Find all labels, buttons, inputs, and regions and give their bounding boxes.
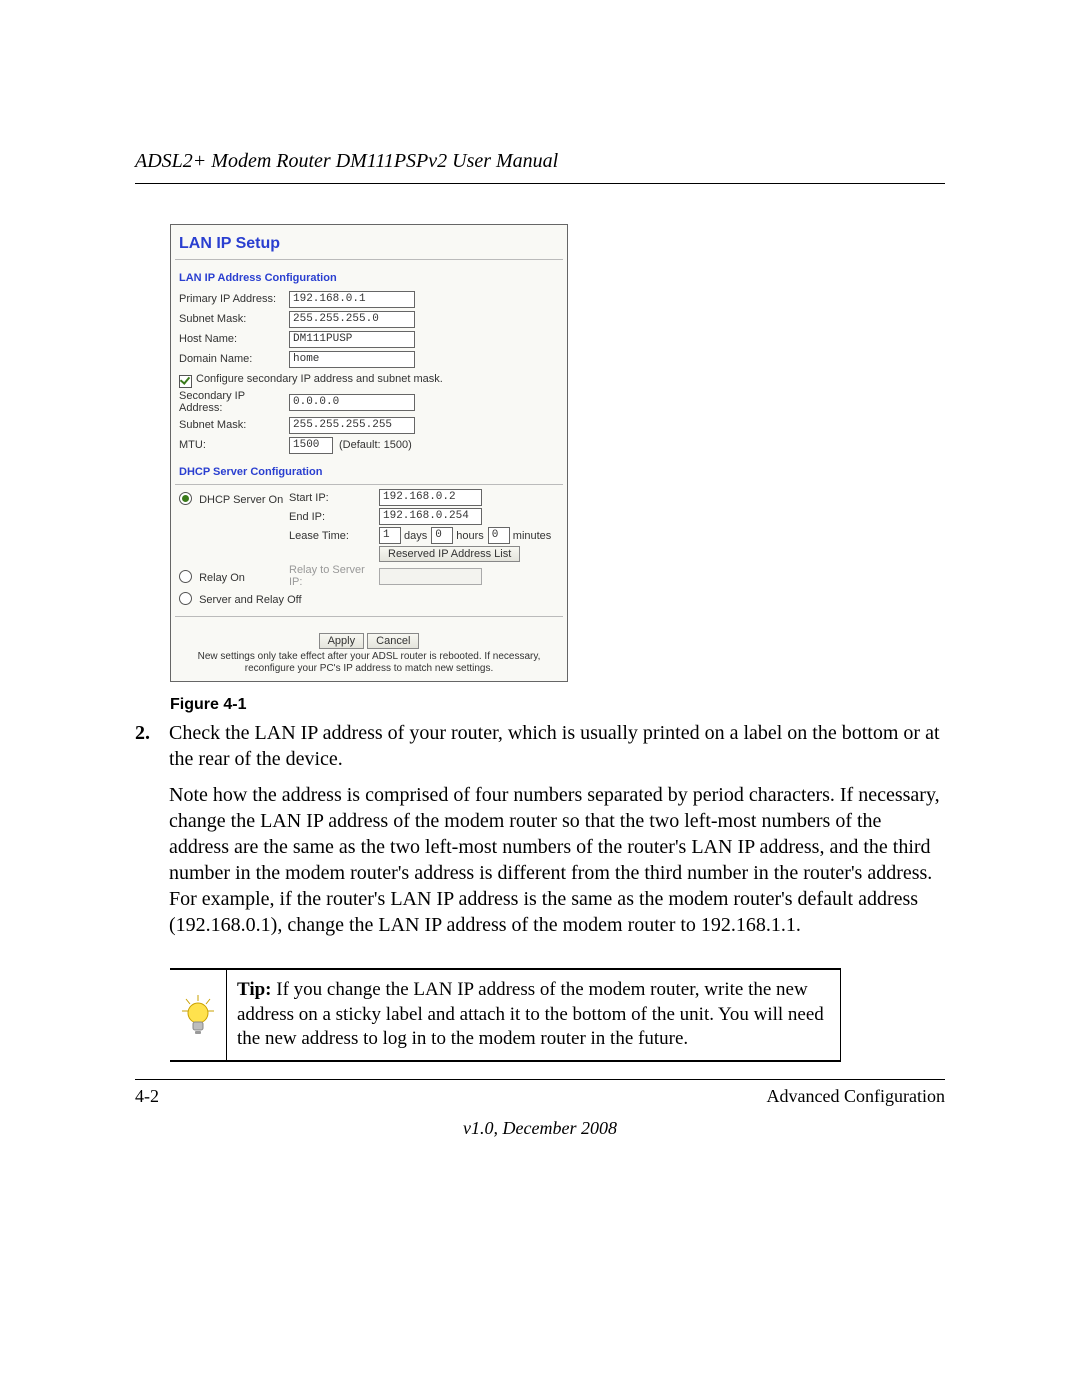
secondary-ip-label: Secondary IP Address:: [179, 390, 289, 414]
relay-server-ip-input: [379, 568, 482, 585]
tip-text: If you change the LAN IP address of the …: [237, 979, 824, 1049]
subnet-mask2-input[interactable]: 255.255.255.255: [289, 417, 415, 434]
router-screenshot: LAN IP Setup LAN IP Address Configuratio…: [170, 224, 568, 682]
lease-hours-input[interactable]: 0: [431, 527, 453, 544]
cancel-button[interactable]: Cancel: [367, 633, 419, 649]
version-footer: v1.0, December 2008: [0, 1118, 1080, 1139]
tip-box: Tip: If you change the LAN IP address of…: [170, 968, 841, 1062]
settings-footnote: New settings only take effect after your…: [181, 651, 557, 675]
list-paragraph-2: Note how the address is comprised of fou…: [169, 782, 945, 938]
mtu-default-hint: (Default: 1500): [339, 439, 412, 451]
mtu-input[interactable]: 1500: [289, 437, 333, 454]
lease-minutes-input[interactable]: 0: [488, 527, 510, 544]
end-ip-input[interactable]: 192.168.0.254: [379, 508, 482, 525]
running-head: ADSL2+ Modem Router DM111PSPv2 User Manu…: [135, 150, 945, 184]
subnet-mask2-label: Subnet Mask:: [179, 419, 289, 431]
lan-ip-section-heading: LAN IP Address Configuration: [179, 272, 559, 284]
lease-hours-unit: hours: [456, 530, 484, 542]
primary-ip-input[interactable]: 192.168.0.1: [289, 291, 415, 308]
reserved-ip-list-button[interactable]: Reserved IP Address List: [379, 546, 520, 562]
server-relay-off-radio[interactable]: [179, 592, 192, 605]
tip-label: Tip:: [237, 979, 272, 1000]
apply-button[interactable]: Apply: [319, 633, 365, 649]
lease-days-unit: days: [404, 530, 427, 542]
domain-name-input[interactable]: home: [289, 351, 415, 368]
hostname-input[interactable]: DM111PUSP: [289, 331, 415, 348]
divider: [175, 484, 563, 485]
dhcp-section-heading: DHCP Server Configuration: [179, 466, 559, 478]
list-number: 2.: [135, 720, 169, 948]
lightbulb-icon: [178, 993, 218, 1037]
server-relay-off-label: Server and Relay Off: [199, 594, 302, 606]
relay-on-radio[interactable]: [179, 570, 192, 583]
subnet-mask-label: Subnet Mask:: [179, 313, 289, 325]
divider: [175, 616, 563, 617]
lease-time-label: Lease Time:: [289, 530, 379, 542]
relay-on-label: Relay On: [199, 572, 245, 584]
divider: [175, 259, 563, 260]
secondary-ip-checkbox-label: Configure secondary IP address and subne…: [196, 373, 443, 385]
list-paragraph-1: Check the LAN IP address of your router,…: [169, 720, 945, 772]
section-name: Advanced Configuration: [767, 1086, 945, 1107]
dhcp-server-on-radio[interactable]: [179, 492, 192, 505]
subnet-mask-input[interactable]: 255.255.255.0: [289, 311, 415, 328]
start-ip-input[interactable]: 192.168.0.2: [379, 489, 482, 506]
relay-server-ip-label: Relay to Server IP:: [289, 564, 379, 588]
lease-days-input[interactable]: 1: [379, 527, 401, 544]
panel-title: LAN IP Setup: [179, 235, 559, 253]
hostname-label: Host Name:: [179, 333, 289, 345]
secondary-ip-checkbox[interactable]: [179, 375, 192, 388]
page-number: 4-2: [135, 1086, 159, 1107]
primary-ip-label: Primary IP Address:: [179, 293, 289, 305]
figure-caption: Figure 4-1: [170, 696, 945, 714]
secondary-ip-input[interactable]: 0.0.0.0: [289, 394, 415, 411]
domain-name-label: Domain Name:: [179, 353, 289, 365]
end-ip-label: End IP:: [289, 511, 379, 523]
dhcp-server-on-label: DHCP Server On: [199, 494, 283, 506]
start-ip-label: Start IP:: [289, 492, 379, 504]
lease-minutes-unit: minutes: [513, 530, 552, 542]
mtu-label: MTU:: [179, 439, 289, 451]
